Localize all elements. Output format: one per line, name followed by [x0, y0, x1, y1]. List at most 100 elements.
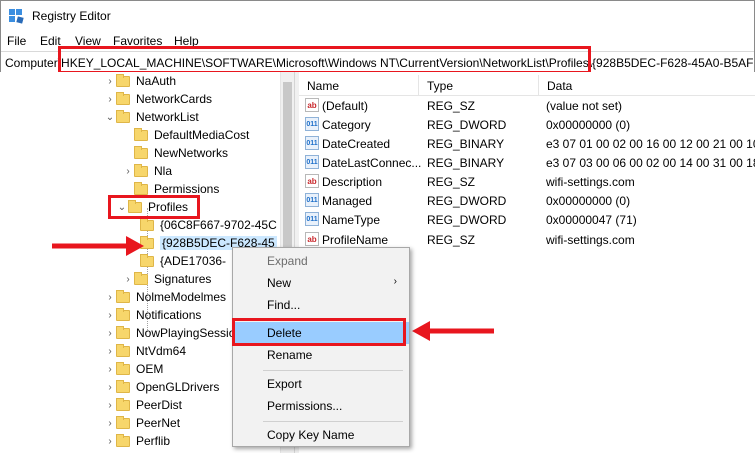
value-data: 0x00000000 (0)	[546, 118, 631, 132]
folder-icon	[116, 325, 130, 339]
submenu-arrow-icon: ›	[393, 276, 397, 287]
tree-item-label: NowPlayingSessio	[136, 326, 236, 340]
folder-icon	[134, 145, 148, 159]
tree-item-label: Signatures	[154, 272, 212, 286]
menu-item-label: Copy Key Name	[267, 428, 355, 442]
tree-item-nla[interactable]: › Nla	[122, 162, 172, 180]
expand-chevron-icon[interactable]: ›	[104, 436, 116, 447]
tree-item-label: PeerNet	[136, 416, 181, 430]
expand-chevron-icon[interactable]: ›	[104, 328, 116, 339]
value-name: (Default)	[322, 99, 369, 113]
tree-item-ntvdm64[interactable]: › NtVdm64	[104, 342, 186, 360]
profiles-highlight-box	[108, 195, 200, 219]
context-menu: Expand New › Find... Delete Rename Expor…	[232, 247, 410, 447]
tree-item-peerdist[interactable]: › PeerDist	[104, 396, 182, 414]
menu-item-label: New	[267, 276, 292, 290]
menu-item-label: Expand	[267, 254, 308, 268]
expand-chevron-icon[interactable]: ›	[104, 418, 116, 429]
menu-item-new[interactable]: New ›	[233, 272, 409, 294]
tree-item-perflib[interactable]: › Perflib	[104, 432, 170, 450]
menu-item-export[interactable]: Export	[233, 373, 409, 395]
menu-item-expand[interactable]: Expand	[233, 250, 409, 272]
folder-icon	[116, 73, 130, 87]
tree-item-label: Permissions	[154, 182, 220, 196]
expand-chevron-icon[interactable]: ›	[122, 166, 134, 177]
expand-chevron-icon[interactable]: ›	[104, 364, 116, 375]
expand-chevron-icon[interactable]: ›	[104, 76, 116, 87]
expand-chevron-icon[interactable]: ›	[104, 310, 116, 321]
tree-item-newnetworks[interactable]: NewNetworks	[122, 144, 228, 162]
tree-item-networklist[interactable]: ⌄ NetworkList	[104, 108, 199, 126]
value-type: REG_DWORD	[427, 118, 507, 132]
value-data: wifi-settings.com	[546, 233, 635, 247]
menu-item-copy-key-name[interactable]: Copy Key Name	[233, 424, 409, 446]
tree-item-nowplayingsession[interactable]: › NowPlayingSessio	[104, 324, 235, 342]
expand-chevron-icon[interactable]: ›	[104, 292, 116, 303]
tree-item-signatures[interactable]: › Signatures	[122, 270, 211, 288]
column-header-type[interactable]: Type	[419, 75, 539, 95]
value-name: DateLastConnec...	[322, 156, 422, 170]
tree-item-naauth[interactable]: › NaAuth	[104, 72, 176, 90]
folder-icon	[134, 163, 148, 177]
expand-chevron-icon[interactable]: ›	[122, 274, 134, 285]
folder-icon	[116, 415, 130, 429]
tree-item-opengldrivers[interactable]: › OpenGLDrivers	[104, 378, 219, 396]
tree-item-notifications[interactable]: › Notifications	[104, 306, 201, 324]
title-bar: Registry Editor	[1, 1, 754, 32]
value-row[interactable]: 011 Managed REG_DWORD 0x00000000 (0)	[299, 191, 755, 210]
tree-item-networkcards[interactable]: › NetworkCards	[104, 90, 212, 108]
column-header-row: Name Type Data	[299, 72, 755, 96]
expand-chevron-icon[interactable]: ›	[104, 400, 116, 411]
folder-icon	[116, 361, 130, 375]
folder-icon	[134, 127, 148, 141]
expand-chevron-icon[interactable]: ›	[104, 346, 116, 357]
value-type: REG_SZ	[427, 175, 476, 189]
value-data: (value not set)	[546, 99, 623, 113]
collapse-chevron-icon[interactable]: ⌄	[104, 112, 116, 123]
value-row[interactable]: ab Description REG_SZ wifi-settings.com	[299, 172, 755, 191]
value-row[interactable]: ab (Default) REG_SZ (value not set)	[299, 96, 755, 115]
menu-item-find[interactable]: Find...	[233, 294, 409, 316]
tree-item-nolmemodelmes[interactable]: › NolmeModelmes	[104, 288, 226, 306]
expand-chevron-icon[interactable]: ›	[104, 382, 116, 393]
value-row[interactable]: 011 NameType REG_DWORD 0x00000047 (71)	[299, 210, 755, 229]
delete-highlight-box	[232, 318, 406, 346]
folder-icon	[134, 181, 148, 195]
binary-value-icon: 011	[305, 117, 319, 131]
tree-item-label: OEM	[136, 362, 164, 376]
value-data: e3 07 01 00 02 00 16 00 12 00 21 00 10 0…	[546, 137, 755, 151]
value-row[interactable]: 011 Category REG_DWORD 0x00000000 (0)	[299, 115, 755, 134]
value-type: REG_SZ	[427, 233, 476, 247]
tree-item-label: Perflib	[136, 434, 171, 448]
tree-item-label: NtVdm64	[136, 344, 187, 358]
arrow-left-annotation	[52, 236, 144, 256]
value-name: Managed	[322, 194, 373, 208]
binary-value-icon: 011	[305, 155, 319, 169]
expand-chevron-icon[interactable]: ›	[104, 94, 116, 105]
tree-item-label: {06C8F667-9702-45C	[160, 218, 277, 232]
menu-item-permissions[interactable]: Permissions...	[233, 395, 409, 417]
value-type: REG_SZ	[427, 99, 476, 113]
tree-item-label: NolmeModelmes	[136, 290, 227, 304]
menu-item-rename[interactable]: Rename	[233, 344, 409, 366]
value-data: 0x00000000 (0)	[546, 194, 631, 208]
tree-item-defaultmediacost[interactable]: DefaultMediaCost	[122, 126, 249, 144]
tree-item-label: {ADE17036-	[160, 254, 227, 268]
folder-icon	[116, 307, 130, 321]
column-header-data[interactable]: Data	[539, 75, 755, 95]
value-row[interactable]: 011 DateCreated REG_BINARY e3 07 01 00 0…	[299, 134, 755, 153]
tree-item-label: OpenGLDrivers	[136, 380, 220, 394]
column-header-name[interactable]: Name	[299, 75, 419, 95]
tree-item-profile-guid-3[interactable]: {ADE17036-	[140, 252, 226, 270]
folder-icon	[116, 343, 130, 357]
value-row[interactable]: 011 DateLastConnec... REG_BINARY e3 07 0…	[299, 153, 755, 172]
value-type: REG_BINARY	[427, 156, 505, 170]
tree-item-peernet[interactable]: › PeerNet	[104, 414, 180, 432]
tree-item-oem[interactable]: › OEM	[104, 360, 163, 378]
folder-icon	[116, 289, 130, 303]
menu-file[interactable]: File	[7, 34, 26, 48]
value-type: REG_DWORD	[427, 194, 507, 208]
tree-item-label: Notifications	[136, 308, 202, 322]
value-name: DateCreated	[322, 137, 391, 151]
value-data: wifi-settings.com	[546, 175, 635, 189]
